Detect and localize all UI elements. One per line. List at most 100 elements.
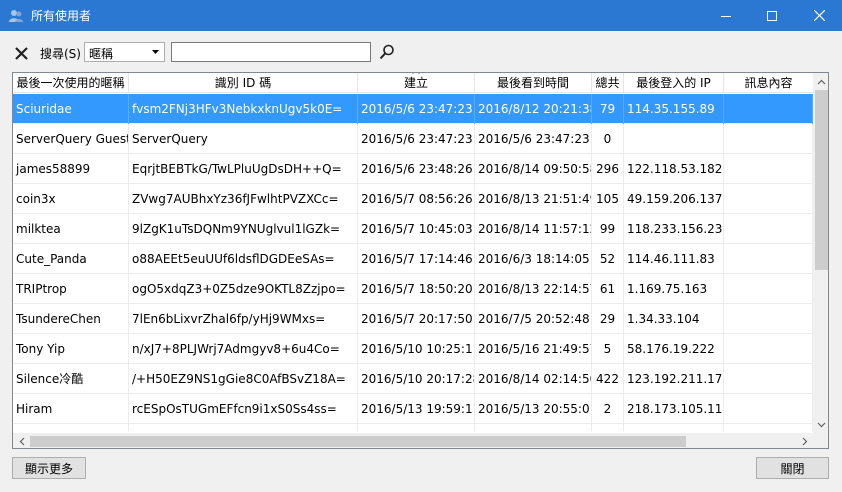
cell-ip: 123.192.211.177 [624,364,724,394]
cell-created: 2016/5/7 10:45:03 [358,214,475,244]
cell-last-seen: 2016/8/14 11:57:12 [475,214,592,244]
cell-message [724,124,813,154]
scroll-down-button[interactable] [813,416,828,433]
cell-uid: n/xJ7+8PLJWrj7Admgyv8+6u4Co= [129,334,358,364]
table-row[interactable]: Sciuridae fvsm2FNj3HFv3NebkxknUgv5k0E= 201… [13,94,813,124]
cell-ip [624,124,724,154]
cell-created: 2016/5/10 20:17:28 [358,364,475,394]
close-x-icon [14,46,28,60]
search-input[interactable] [171,42,371,62]
search-field-select[interactable]: 暱稱 [84,42,165,62]
cell-ip: 1.34.33.104 [624,304,724,334]
cell-created: 2016/5/10 10:25:11 [358,334,475,364]
table-row[interactable]: coin3x ZVwg7AUBhxYz36fJFwlhtPVZXCc= 2016/5… [13,184,813,214]
cell-last-seen: 2016/8/13 22:14:57 [475,274,592,304]
table-row[interactable]: ServerQuery Guest ServerQuery 2016/5/6 23:… [13,124,813,154]
cell-nickname: coin3x [13,184,129,214]
cell-last-seen: 2016/8/13 21:51:49 [475,184,592,214]
cell-uid: ogO5xdqZ3+0Z5dze9OKTL8Zzjpo= [129,274,358,304]
table-row[interactable]: Hiram rcESpOsTUGmEFfcn9i1xS0Ss4ss= 2016/5/… [13,394,813,424]
cell-uid: /+H50EZ9NS1gGie8C0AfBSvZ18A= [129,364,358,394]
search-field-value: 暱稱 [89,47,114,61]
window-close-button[interactable] [796,0,842,31]
cell-ip: 114.46.111.83 [624,244,724,274]
vertical-scroll-thumb[interactable] [815,90,828,270]
column-header-total[interactable]: 總共 [592,73,624,93]
cell-uid: fvsm2FNj3HFv3NebkxknUgv5k0E= [129,94,358,124]
column-header-created[interactable]: 建立 [358,73,475,93]
cell-total: 79 [592,94,624,124]
horizontal-scroll-thumb[interactable] [30,436,686,447]
scroll-left-button[interactable] [13,433,30,448]
maximize-button[interactable] [749,0,795,31]
cell-total [592,424,624,431]
table-row[interactable]: Silence冷酷/+H50EZ9NS1gGie8C0AfBSvZ18A= 201… [13,364,813,394]
column-header-ip[interactable]: 最後登入的 IP [624,73,724,93]
table-body: Sciuridae fvsm2FNj3HFv3NebkxknUgv5k0E= 201… [13,94,813,431]
column-header-uid[interactable]: 識別 ID 碼 [129,73,358,93]
cell-ip: 218.173.105.110 [624,394,724,424]
users-table: 最後一次使用的暱稱 識別 ID 碼 建立 最後看到時間 總共 最後登入的 IP … [12,72,829,449]
cell-uid: 9lZgK1uTsDQNm9YNUglvul1lGZk= [129,214,358,244]
vertical-scrollbar[interactable] [813,73,828,433]
magnifier-icon[interactable] [378,43,396,61]
maximize-icon [767,10,777,21]
cell-created: 2016/5/6 23:48:26 [358,154,475,184]
cell-message [724,364,813,394]
cell-nickname: Tony Yip [13,334,129,364]
scrollbar-corner [813,433,828,448]
table-row[interactable]: james58899 EqrjtBEBTkG/TwLPluUgDsDH++Q= 20… [13,154,813,184]
table-header: 最後一次使用的暱稱 識別 ID 碼 建立 最後看到時間 總共 最後登入的 IP … [13,73,813,93]
cell-uid: 7lEn6bLixvrZhal6fp/yHj9WMxs= [129,304,358,334]
cell-ip: 49.159.206.137 [624,184,724,214]
column-header-last-seen[interactable]: 最後看到時間 [475,73,592,93]
cell-total: 5 [592,334,624,364]
cell-nickname: james58899 [13,154,129,184]
clear-search-button[interactable] [12,44,30,62]
cell-created: 2016/5/6 23:47:23 [358,94,475,124]
cell-message [724,214,813,244]
table-row[interactable]: TsundereChen 7lEn6bLixvrZhal6fp/yHj9WMxs=… [13,304,813,334]
cell-ip: 114.35.155.89 [624,94,724,124]
window-title: 所有使用者 [31,9,92,23]
cell-nickname: Sciuridae [13,94,129,124]
show-more-button[interactable]: 顯示更多 [12,457,86,479]
table-row[interactable] [13,424,813,431]
table-row[interactable]: TRIPtrop ogO5xdqZ3+0Z5dze9OKTL8Zzjpo= 2016… [13,274,813,304]
horizontal-scrollbar[interactable] [13,433,813,448]
cell-message [724,424,813,431]
column-header-message[interactable]: 訊息內容 [724,73,813,93]
column-header-nickname[interactable]: 最後一次使用的暱稱 [13,73,129,93]
cell-ip: 1.169.75.163 [624,274,724,304]
table-row[interactable]: Tony Yip n/xJ7+8PLJWrj7Admgyv8+6u4Co= 2016… [13,334,813,364]
cell-ip: 58.176.19.222 [624,334,724,364]
cell-created: 2016/5/6 23:47:23 [358,124,475,154]
cell-last-seen: 2016/5/16 21:49:57 [475,334,592,364]
chevron-right-icon [802,437,807,446]
cell-uid: EqrjtBEBTkG/TwLPluUgDsDH++Q= [129,154,358,184]
cell-nickname: Hiram [13,394,129,424]
chevron-up-icon [817,79,826,84]
cell-last-seen: 2016/6/3 18:14:05 [475,244,592,274]
cell-message [724,274,813,304]
scroll-up-button[interactable] [813,73,828,90]
close-button[interactable]: 關閉 [756,457,829,479]
chevron-left-icon [19,437,24,446]
minimize-button[interactable] [703,0,749,31]
table-row[interactable]: Cute_Panda o88AEEt5euUUf6ldsflDGDEeSAs= 20… [13,244,813,274]
cell-total: 422 [592,364,624,394]
cell-nickname: Cute_Panda [13,244,129,274]
cell-message [724,334,813,364]
cell-created: 2016/5/7 08:56:26 [358,184,475,214]
table-row[interactable]: milktea 9lZgK1uTsDQNm9YNUglvul1lGZk= 2016/… [13,214,813,244]
cell-created: 2016/5/7 17:14:46 [358,244,475,274]
close-icon [813,10,825,21]
cell-ip: 118.233.156.230 [624,214,724,244]
cell-last-seen: 2016/5/6 23:47:23 [475,124,592,154]
scroll-right-button[interactable] [796,433,813,448]
cell-uid: ServerQuery [129,124,358,154]
cell-message [724,304,813,334]
cell-total: 99 [592,214,624,244]
cell-uid: ZVwg7AUBhxYz36fJFwlhtPVZXCc= [129,184,358,214]
cell-ip [624,424,724,431]
